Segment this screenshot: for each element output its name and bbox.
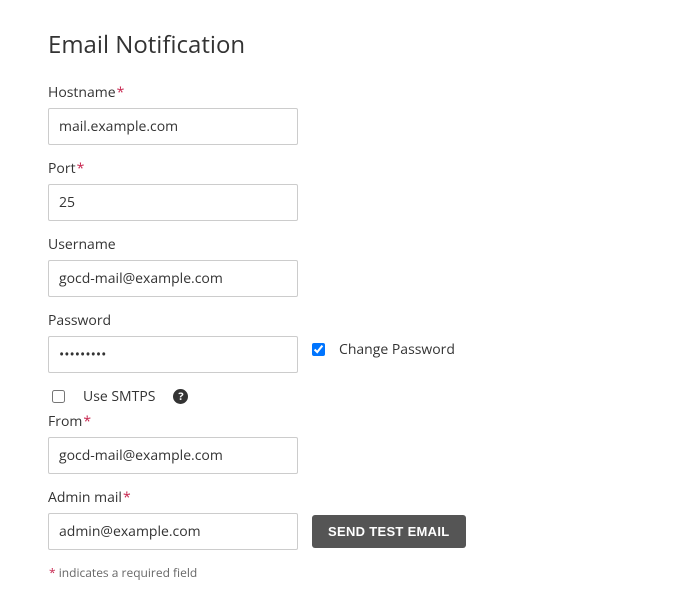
send-test-email-button[interactable]: SEND TEST EMAIL xyxy=(312,515,466,548)
required-marker: * xyxy=(83,412,91,431)
hostname-input[interactable] xyxy=(48,108,298,145)
required-marker: * xyxy=(123,488,131,507)
help-icon[interactable]: ? xyxy=(173,389,188,404)
password-label-text: Password xyxy=(48,311,111,330)
port-input[interactable] xyxy=(48,184,298,221)
from-label-text: From xyxy=(48,412,82,431)
username-input[interactable] xyxy=(48,260,298,297)
port-label: Port* xyxy=(48,159,641,178)
use-smtps-label: Use SMTPS xyxy=(83,387,155,406)
required-marker: * xyxy=(117,83,125,102)
page-title: Email Notification xyxy=(48,28,641,61)
hostname-label: Hostname* xyxy=(48,83,641,102)
hostname-label-text: Hostname xyxy=(48,83,116,102)
footnote-text: indicates a required field xyxy=(59,564,197,581)
change-password-label: Change Password xyxy=(339,340,455,359)
port-label-text: Port xyxy=(48,159,76,178)
required-marker: * xyxy=(49,564,56,581)
from-label: From* xyxy=(48,412,641,431)
required-marker: * xyxy=(77,159,85,178)
admin-mail-label-text: Admin mail xyxy=(48,488,122,507)
password-input[interactable] xyxy=(48,336,298,373)
change-password-checkbox[interactable] xyxy=(312,343,325,356)
from-input[interactable] xyxy=(48,437,298,474)
username-label: Username xyxy=(48,235,641,254)
admin-mail-input[interactable] xyxy=(48,513,298,550)
required-footnote: * indicates a required field xyxy=(48,564,641,581)
username-label-text: Username xyxy=(48,235,116,254)
admin-mail-label: Admin mail* xyxy=(48,488,641,507)
password-label: Password xyxy=(48,311,641,330)
use-smtps-checkbox[interactable] xyxy=(52,390,65,403)
